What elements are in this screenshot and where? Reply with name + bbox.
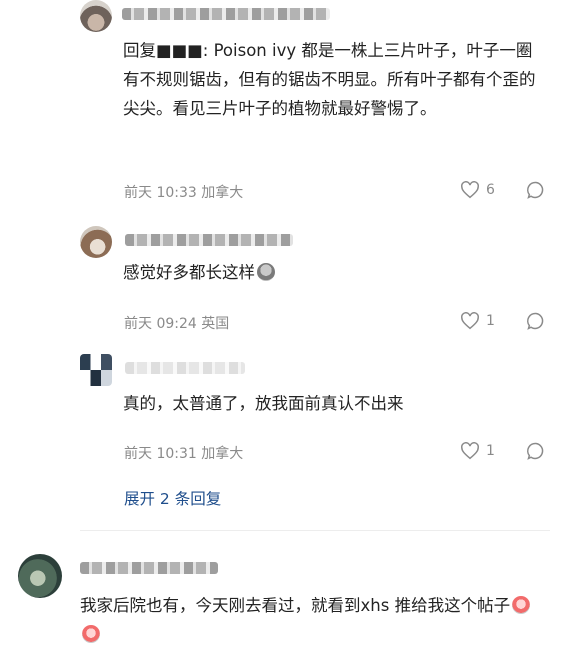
username-blurred[interactable] <box>122 8 330 20</box>
like-count: 1 <box>486 313 495 329</box>
comment-meta: 前天 09:24 英国 <box>124 316 230 332</box>
comment-meta: 前天 10:33 加拿大 <box>124 185 244 201</box>
avatar[interactable] <box>80 354 112 386</box>
like-count: 1 <box>486 443 495 459</box>
comment-icon[interactable] <box>526 441 546 461</box>
comment-meta: 前天 10:31 加拿大 <box>124 446 244 462</box>
divider <box>80 530 550 531</box>
avatar[interactable] <box>80 0 112 32</box>
comment-text: 回复■■■: Poison ivy 都是一株上三片叶子，叶子一圈有不规则锯齿，但… <box>123 41 536 118</box>
heart-icon[interactable] <box>460 181 480 199</box>
username-blurred[interactable] <box>125 362 245 374</box>
emoji-icon <box>82 625 100 643</box>
avatar[interactable] <box>80 226 112 258</box>
comment-icon[interactable] <box>526 180 546 200</box>
comment-text: 真的，太普通了，放我面前真认不出来 <box>123 394 404 413</box>
emoji-icon <box>257 263 275 281</box>
comment-text: 感觉好多都长这样 <box>123 263 255 282</box>
expand-replies-link[interactable]: 展开 2 条回复 <box>124 487 221 509</box>
username-blurred[interactable] <box>125 234 293 246</box>
emoji-icon <box>512 596 531 614</box>
username-blurred[interactable] <box>80 562 218 574</box>
avatar[interactable] <box>18 554 62 598</box>
comment-icon[interactable] <box>526 311 546 331</box>
heart-icon[interactable] <box>460 442 480 460</box>
like-count: 6 <box>486 182 495 198</box>
comment-text: 我家后院也有，今天刚去看过，就看到xhs 推给我这个帖子 <box>80 596 511 615</box>
heart-icon[interactable] <box>460 312 480 330</box>
